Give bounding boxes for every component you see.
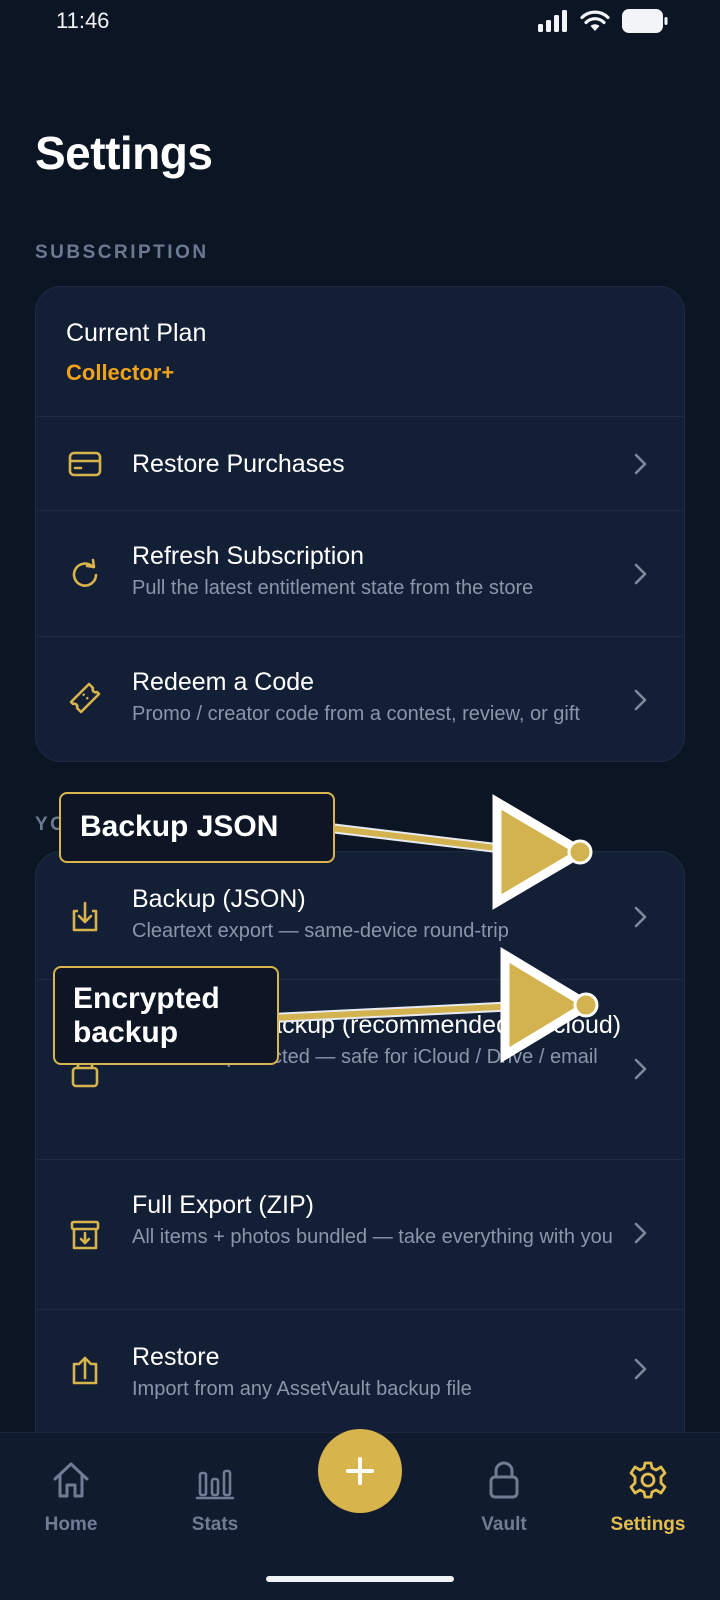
refresh-subscription-text: Refresh Subscription Pull the latest ent… xyxy=(132,541,622,601)
backup-card: Backup (JSON) Cleartext export — same-de… xyxy=(35,851,685,1451)
current-plan-row: Current Plan Collector+ xyxy=(36,287,684,417)
redeem-code-subtitle: Promo / creator code from a contest, rev… xyxy=(132,703,580,725)
callout-backup-json: Backup JSON xyxy=(59,792,335,863)
tab-vault[interactable]: Vault xyxy=(449,1459,559,1536)
backup-json-title: Backup (JSON) xyxy=(132,885,306,913)
gear-icon xyxy=(629,1461,667,1499)
tab-settings[interactable]: Settings xyxy=(593,1459,703,1536)
section-label-subscription: SUBSCRIPTION xyxy=(35,242,209,263)
chevron-right-icon xyxy=(634,906,647,928)
battery-icon xyxy=(622,9,668,38)
status-icons xyxy=(538,9,668,38)
restore-subtitle: Import from any AssetVault backup file xyxy=(132,1378,472,1400)
subscription-card: Current Plan Collector+ Restore Purchase… xyxy=(35,286,685,762)
full-export-row[interactable]: Full Export (ZIP) All items + photos bun… xyxy=(36,1160,684,1310)
tab-stats-label: Stats xyxy=(191,1514,239,1535)
chevron-right-icon xyxy=(634,1222,647,1244)
chevron-right-icon xyxy=(634,689,647,711)
status-bar: 11:46 xyxy=(0,0,720,44)
home-indicator xyxy=(266,1576,454,1582)
redeem-code-text: Redeem a Code Promo / creator code from … xyxy=(132,667,622,727)
restore-title: Restore xyxy=(132,1343,220,1371)
refresh-icon xyxy=(66,555,104,593)
tab-home-label: Home xyxy=(44,1514,98,1535)
chevron-right-icon xyxy=(634,453,647,475)
tab-stats[interactable]: Stats xyxy=(160,1459,270,1536)
upload-icon xyxy=(66,1350,104,1388)
refresh-subscription-row[interactable]: Refresh Subscription Pull the latest ent… xyxy=(36,511,684,637)
chevron-right-icon xyxy=(634,1358,647,1380)
refresh-subscription-title: Refresh Subscription xyxy=(132,542,365,570)
bar-chart-icon xyxy=(195,1469,235,1500)
ticket-icon xyxy=(66,679,104,717)
full-export-subtitle: All items + photos bundled — take everyt… xyxy=(132,1226,613,1248)
add-button[interactable] xyxy=(318,1429,402,1513)
wifi-icon xyxy=(580,10,610,37)
tab-home[interactable]: Home xyxy=(16,1459,126,1536)
signal-icon xyxy=(538,10,568,37)
tab-bar: Home Stats Vault Settings xyxy=(0,1429,720,1600)
home-icon xyxy=(53,1462,89,1498)
redeem-code-title: Redeem a Code xyxy=(132,668,315,696)
backup-json-subtitle: Cleartext export — same-device round-tri… xyxy=(132,920,509,942)
restore-purchases-text: Restore Purchases xyxy=(132,449,622,479)
refresh-subscription-subtitle: Pull the latest entitlement state from t… xyxy=(132,577,534,599)
chevron-right-icon xyxy=(634,1058,647,1080)
restore-text: Restore Import from any AssetVault backu… xyxy=(132,1342,622,1402)
restore-purchases-title: Restore Purchases xyxy=(132,450,345,478)
plus-icon xyxy=(346,1457,374,1485)
callout-encrypted-backup: Encrypted backup xyxy=(53,966,279,1065)
full-export-title: Full Export (ZIP) xyxy=(132,1191,314,1219)
download-icon xyxy=(66,898,104,936)
restore-purchases-row[interactable]: Restore Purchases xyxy=(36,417,684,511)
page-title: Settings xyxy=(35,127,213,179)
full-export-text: Full Export (ZIP) All items + photos bun… xyxy=(132,1190,622,1250)
status-time: 11:46 xyxy=(56,8,110,33)
current-plan-value: Collector+ xyxy=(66,360,175,385)
redeem-code-row[interactable]: Redeem a Code Promo / creator code from … xyxy=(36,637,684,761)
tab-vault-label: Vault xyxy=(481,1514,527,1535)
tab-settings-label: Settings xyxy=(610,1514,686,1535)
archive-icon xyxy=(66,1216,104,1254)
current-plan-title: Current Plan xyxy=(66,319,207,347)
backup-json-text: Backup (JSON) Cleartext export — same-de… xyxy=(132,884,622,944)
credit-card-icon xyxy=(66,445,104,483)
chevron-right-icon xyxy=(634,563,647,585)
backup-json-row[interactable]: Backup (JSON) Cleartext export — same-de… xyxy=(36,852,684,980)
lock-icon xyxy=(489,1461,519,1499)
